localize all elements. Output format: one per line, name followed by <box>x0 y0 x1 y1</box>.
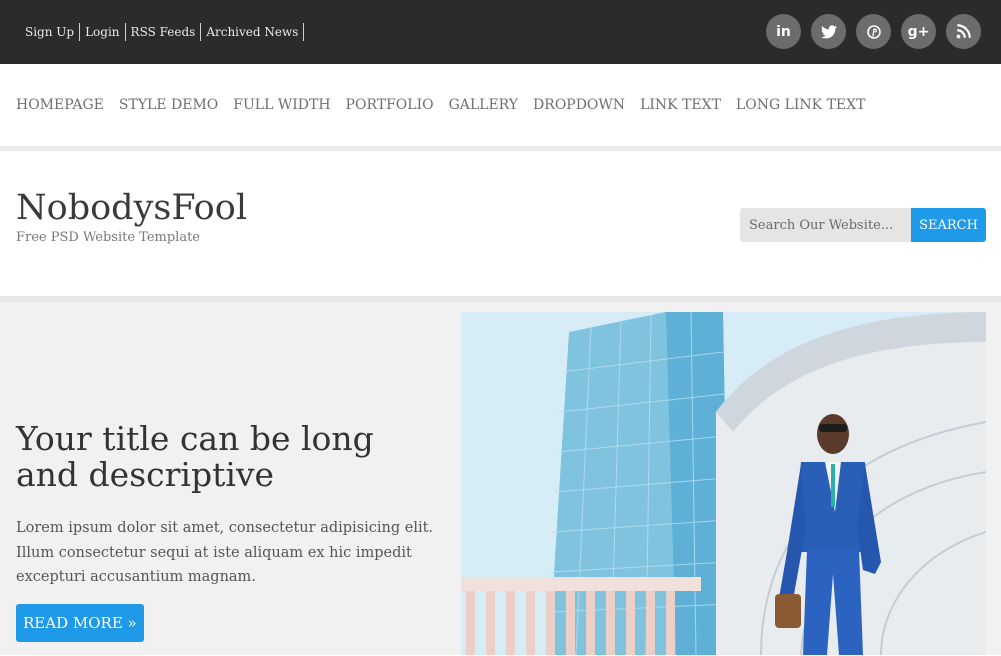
read-more-button[interactable]: READ MORE » <box>16 604 144 642</box>
nav-item-homepage[interactable]: HOMEPAGE <box>16 97 104 113</box>
search-input[interactable] <box>740 208 911 242</box>
login-link[interactable]: Login <box>85 23 126 41</box>
site-header: NobodysFool Free PSD Website Template SE… <box>0 151 1001 302</box>
main-nav: HOMEPAGE STYLE DEMO FULL WIDTH PORTFOLIO… <box>0 64 1001 151</box>
search-button[interactable]: SEARCH <box>911 208 986 242</box>
rss-shape <box>956 24 971 39</box>
nav-item-gallery[interactable]: GALLERY <box>449 97 518 113</box>
twitter-bird-shape <box>820 24 837 38</box>
linkedin-icon[interactable]: in <box>766 14 801 49</box>
rss-icon[interactable] <box>946 14 981 49</box>
nav-item-long-link-text[interactable]: LONG LINK TEXT <box>736 97 866 113</box>
pinterest-p-shape <box>866 24 881 39</box>
hero-image <box>461 312 986 655</box>
hero-title: Your title can be long and descriptive <box>16 419 374 494</box>
twitter-icon[interactable] <box>811 14 846 49</box>
nav-item-link-text[interactable]: LINK TEXT <box>640 97 721 113</box>
google-plus-icon[interactable]: g+ <box>901 14 936 49</box>
nav-item-dropdown[interactable]: DROPDOWN <box>533 97 625 113</box>
hero-illustration <box>461 312 986 655</box>
site-logo[interactable]: NobodysFool <box>16 189 247 227</box>
hero-text: Lorem ipsum dolor sit amet, consectetur … <box>16 520 434 585</box>
google-plus-glyph: g+ <box>907 23 930 40</box>
site-tagline: Free PSD Website Template <box>16 230 200 245</box>
pinterest-icon[interactable] <box>856 14 891 49</box>
rss-feeds-link[interactable]: RSS Feeds <box>131 23 202 41</box>
social-icons: in g+ <box>756 14 981 49</box>
nav-item-full-width[interactable]: FULL WIDTH <box>233 97 330 113</box>
linkedin-glyph: in <box>776 23 791 40</box>
utility-links: Sign Up Login RSS Feeds Archived News <box>25 23 309 41</box>
archived-news-link[interactable]: Archived News <box>206 23 305 41</box>
signup-link[interactable]: Sign Up <box>25 23 81 41</box>
top-bar: Sign Up Login RSS Feeds Archived News in… <box>0 0 1001 64</box>
nav-item-style-demo[interactable]: STYLE DEMO <box>119 97 218 113</box>
search-form: SEARCH <box>740 208 986 242</box>
nav-item-portfolio[interactable]: PORTFOLIO <box>346 97 434 113</box>
hero-section: Your title can be long and descriptive L… <box>0 302 1001 655</box>
